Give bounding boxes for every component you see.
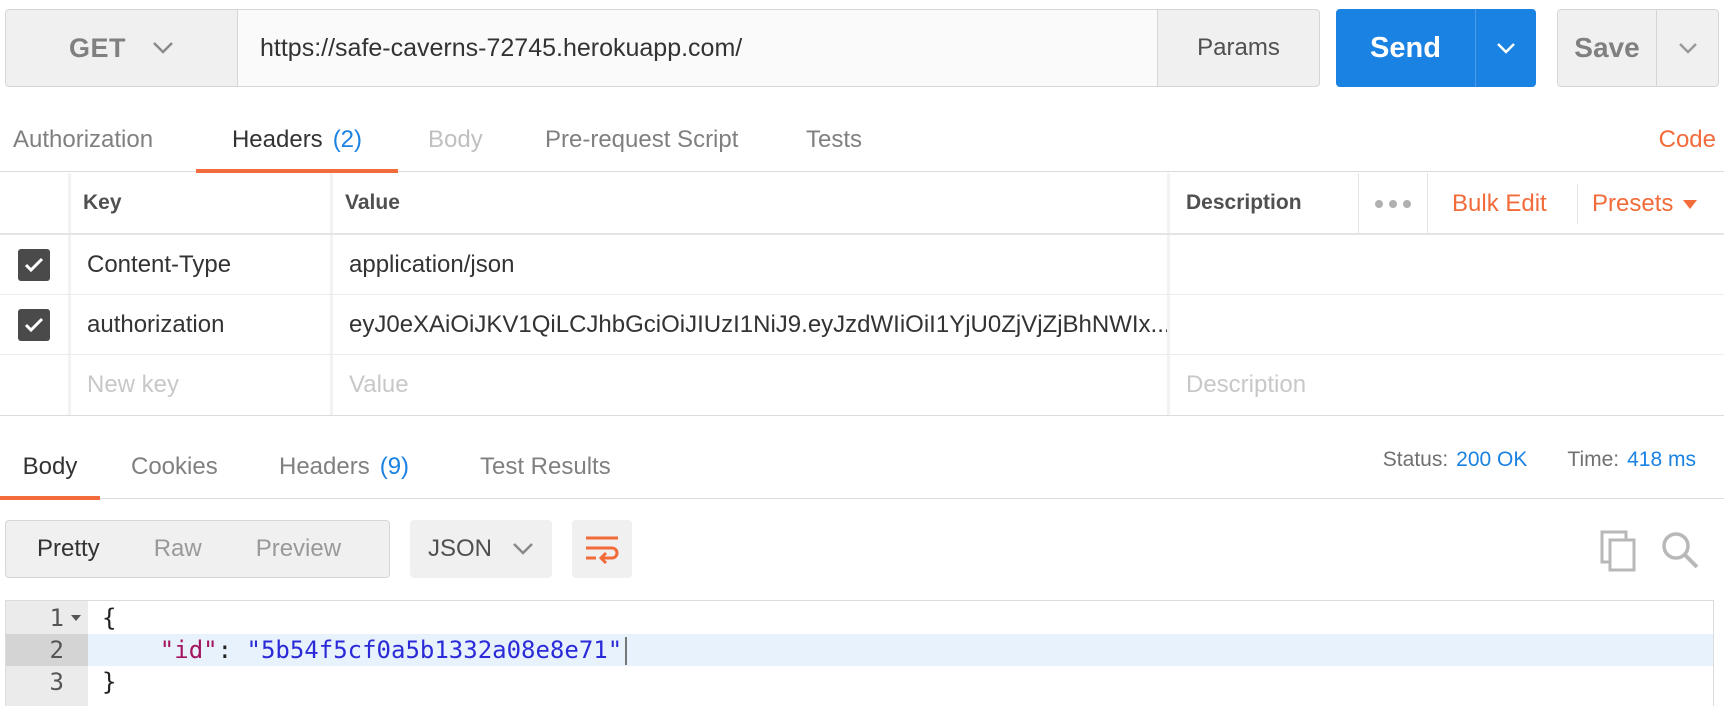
save-button[interactable]: Save xyxy=(1557,9,1719,87)
tab-cookies[interactable]: Cookies xyxy=(131,435,218,499)
search-button[interactable] xyxy=(1660,530,1700,570)
new-header-row: New key Value Description xyxy=(0,355,1724,415)
line-number: 2 xyxy=(49,636,64,664)
save-dropdown[interactable] xyxy=(1656,10,1718,86)
row-checkbox-cell xyxy=(0,295,68,354)
caret-down-icon xyxy=(1683,199,1698,209)
bulk-edit-link[interactable]: Bulk Edit xyxy=(1452,173,1547,235)
view-raw[interactable]: Raw xyxy=(127,535,229,563)
view-mode-group: Pretty Raw Preview xyxy=(5,520,390,578)
new-key-field[interactable]: New key xyxy=(68,355,330,415)
request-tabs: Authorization Headers (2) Body Pre-reques… xyxy=(0,108,1724,173)
status-info: Status: 200 OK xyxy=(1383,448,1528,472)
code-text: } xyxy=(102,668,117,696)
params-button[interactable]: Params xyxy=(1157,9,1320,87)
header-key-field[interactable]: Content-Type xyxy=(68,235,330,294)
view-pretty[interactable]: Pretty xyxy=(6,535,127,563)
presets-dropdown[interactable]: Presets xyxy=(1577,184,1698,224)
header-description-field[interactable] xyxy=(1167,295,1724,354)
chevron-down-icon xyxy=(153,42,173,54)
copy-button[interactable] xyxy=(1598,528,1638,572)
chevron-down-icon xyxy=(513,543,533,555)
chevron-down-icon xyxy=(1678,43,1697,54)
header-key-field[interactable]: authorization xyxy=(68,295,330,354)
tab-test-results[interactable]: Test Results xyxy=(480,435,611,499)
format-select[interactable]: JSON xyxy=(410,520,552,578)
tab-label: Test Results xyxy=(480,453,611,480)
presets-label: Presets xyxy=(1592,190,1674,217)
tab-label: Body xyxy=(22,453,78,480)
code-line-active: 2 "id": "5b54f5cf0a5b1332a08e8e71" xyxy=(6,634,1713,666)
code-line: 1 { xyxy=(6,602,1713,634)
line-number: 1 xyxy=(49,604,64,632)
send-label: Send xyxy=(1370,31,1441,64)
checkbox-checked-icon[interactable] xyxy=(18,308,50,341)
json-string-value: "5b54f5cf0a5b1332a08e8e71" xyxy=(246,635,623,664)
send-button[interactable]: Send xyxy=(1336,9,1536,87)
more-dots-icon[interactable] xyxy=(1358,173,1428,235)
wrap-lines-button[interactable] xyxy=(572,520,632,578)
key-column-header: Key xyxy=(68,173,330,233)
request-bar: GET https://safe-caverns-72745.herokuapp… xyxy=(5,9,1719,87)
row-checkbox-cell xyxy=(0,355,68,415)
save-label: Save xyxy=(1574,32,1640,63)
tab-label: Tests xyxy=(806,126,863,153)
copy-icon xyxy=(1600,530,1636,572)
code-link[interactable]: Code xyxy=(1659,126,1716,154)
response-headers-count: (9) xyxy=(379,453,410,480)
tab-label: Headers xyxy=(279,453,370,480)
row-checkbox-cell xyxy=(0,235,68,294)
tab-label: Body xyxy=(428,126,483,153)
url-input[interactable]: https://safe-caverns-72745.herokuapp.com… xyxy=(238,9,1158,87)
table-header-row: Key Value Description Bulk Edit Presets xyxy=(0,173,1724,235)
method-select[interactable]: GET xyxy=(5,9,238,87)
chevron-down-icon xyxy=(1497,43,1515,54)
format-label: JSON xyxy=(427,535,492,562)
send-dropdown[interactable] xyxy=(1475,9,1536,87)
view-preview[interactable]: Preview xyxy=(229,535,368,563)
header-value-field[interactable]: eyJ0eXAiOiJKV1QiLCJhbGciOiJIUzI1NiJ9.eyJ… xyxy=(330,295,1167,354)
table-row: authorization eyJ0eXAiOiJKV1QiLCJhbGciOi… xyxy=(0,295,1724,355)
time-value[interactable]: 418 ms xyxy=(1627,448,1696,471)
time-label: Time: xyxy=(1567,448,1620,471)
tab-headers[interactable]: Headers (2) xyxy=(196,108,398,173)
table-row: Content-Type application/json xyxy=(0,235,1724,295)
line-number: 3 xyxy=(49,668,64,696)
method-label: GET xyxy=(68,32,126,63)
code-text: "id": "5b54f5cf0a5b1332a08e8e71" xyxy=(88,635,628,665)
code-line: 3 } xyxy=(6,666,1713,698)
tab-authorization[interactable]: Authorization xyxy=(13,108,153,172)
tab-response-body[interactable]: Body xyxy=(0,435,100,500)
tab-label: Cookies xyxy=(131,453,218,480)
tab-tests[interactable]: Tests xyxy=(806,108,862,172)
code-text: { xyxy=(102,604,117,632)
header-value-field[interactable]: application/json xyxy=(330,235,1167,294)
headers-count: (2) xyxy=(332,126,363,153)
new-description-field[interactable]: Description xyxy=(1167,355,1724,415)
tab-pre-request-script[interactable]: Pre-request Script xyxy=(545,108,738,172)
tab-label: Pre-request Script xyxy=(545,126,739,153)
response-body-editor[interactable]: 1 { 2 "id": "5b54f5cf0a5b1332a08e8e71" 3… xyxy=(5,600,1714,706)
wrap-lines-icon xyxy=(586,536,619,564)
check-column-header xyxy=(0,173,68,233)
tab-label: Headers xyxy=(231,126,323,153)
json-key: "id" xyxy=(159,635,218,664)
status-label: Status: xyxy=(1382,448,1449,471)
response-status: Status: 200 OK Time: 418 ms xyxy=(1383,448,1696,472)
text-cursor xyxy=(625,636,628,665)
new-value-field[interactable]: Value xyxy=(330,355,1167,415)
tab-body[interactable]: Body xyxy=(428,108,483,172)
headers-table: Key Value Description Bulk Edit Presets … xyxy=(0,173,1724,416)
header-description-field[interactable] xyxy=(1167,235,1724,294)
tab-label: Authorization xyxy=(13,126,154,153)
search-icon xyxy=(1662,532,1699,569)
checkbox-checked-icon[interactable] xyxy=(18,248,50,281)
time-info: Time: 418 ms xyxy=(1567,448,1696,472)
fold-arrow-icon[interactable] xyxy=(64,614,88,622)
status-value[interactable]: 200 OK xyxy=(1456,448,1527,471)
json-colon: : xyxy=(217,635,247,664)
tab-response-headers[interactable]: Headers (9) xyxy=(279,435,409,499)
value-column-header: Value xyxy=(330,173,1167,233)
